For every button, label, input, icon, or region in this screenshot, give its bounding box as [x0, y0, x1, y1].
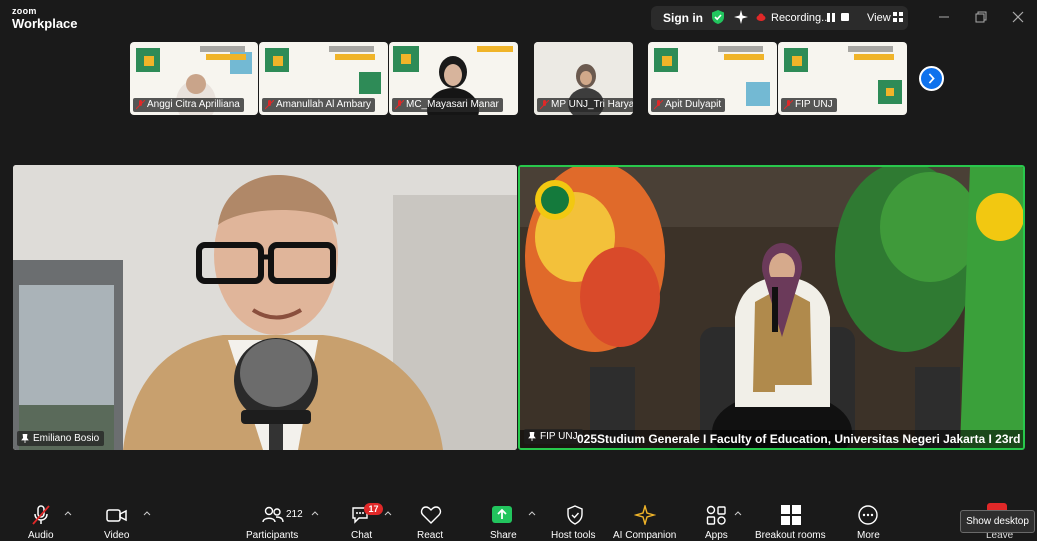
cloud-recording-icon: [756, 13, 766, 21]
restore-icon[interactable]: [974, 10, 988, 24]
ai-sparkle-icon[interactable]: [733, 9, 749, 25]
meeting-toolbar: [0, 497, 1037, 541]
video-tile-active-speaker[interactable]: FIP UNJ 025Studium Generale I Faculty of…: [518, 165, 1025, 450]
participants-options-chevron-up-icon[interactable]: [311, 510, 319, 516]
muted-mic-icon: [32, 505, 50, 525]
share-options-chevron-up-icon[interactable]: [528, 510, 536, 516]
thumbnail-name-tag: Amanullah Al Ambary: [262, 98, 376, 112]
more-dots-icon: [858, 505, 878, 525]
video-options-chevron-up-icon[interactable]: [143, 510, 151, 516]
shield-check-icon[interactable]: [710, 9, 726, 25]
thumbnail-name-tag: MC_Mayasari Manar: [392, 98, 503, 112]
next-page-chevron-icon[interactable]: [919, 66, 944, 91]
close-icon[interactable]: [1011, 10, 1025, 24]
show-desktop-tooltip: Show desktop: [960, 510, 1035, 533]
muted-mic-icon: [265, 100, 274, 110]
chat-options-chevron-up-icon[interactable]: [384, 510, 392, 516]
chat-unread-badge: 17: [364, 503, 383, 515]
thumbnail-name-tag: MP UNJ_Tri Haryani: [537, 98, 633, 112]
logo-brand-bottom: Workplace: [12, 16, 78, 31]
muted-mic-icon: [540, 100, 549, 110]
logo-brand-top: zoom: [12, 6, 37, 16]
thumbnail-name-tag: FIP UNJ: [781, 98, 837, 112]
speaker-video-feed: [13, 165, 517, 450]
stage-name-tag: FIP UNJ: [524, 429, 583, 444]
apps-grid-icon: [706, 505, 726, 525]
speaker-name-tag: Emiliano Bosio: [17, 431, 105, 446]
view-button[interactable]: View: [867, 12, 891, 24]
audio-options-chevron-up-icon[interactable]: [64, 510, 72, 516]
zoom-workplace-logo: zoom Workplace: [12, 6, 78, 31]
participant-thumbnail[interactable]: Anggi Citra Aprilliana: [130, 42, 258, 115]
grid-view-icon[interactable]: [893, 12, 903, 22]
participant-thumbnail[interactable]: MC_Mayasari Manar: [389, 42, 518, 115]
thumbnail-name-tag: Anggi Citra Aprilliana: [133, 98, 244, 112]
sign-in-button[interactable]: Sign in: [663, 11, 703, 25]
recording-status: Recording...: [771, 12, 831, 24]
muted-mic-icon: [136, 100, 145, 110]
muted-mic-icon: [784, 100, 793, 110]
stage-video-feed: [520, 167, 1023, 448]
shield-icon: [567, 505, 583, 525]
participant-thumbnail[interactable]: Amanullah Al Ambary: [259, 42, 388, 115]
pin-icon: [528, 432, 536, 441]
heart-icon: [420, 506, 442, 524]
participants-icon: [262, 506, 284, 523]
ai-sparkle-icon: [634, 505, 656, 525]
video-tile-speaker[interactable]: Emiliano Bosio: [13, 165, 517, 450]
thumbnail-name-tag: Apit Dulyapit: [651, 98, 726, 112]
video-camera-icon: [106, 509, 127, 522]
participant-thumbnail[interactable]: FIP UNJ: [778, 42, 907, 115]
participant-thumbnail[interactable]: Apit Dulyapit: [648, 42, 777, 115]
breakout-rooms-icon: [781, 505, 801, 525]
minimize-icon[interactable]: [937, 10, 951, 24]
participant-thumbnail[interactable]: MP UNJ_Tri Haryani: [534, 42, 633, 115]
event-ticker-text: 025Studium Generale I Faculty of Educati…: [577, 432, 1021, 446]
stop-recording-icon[interactable]: [841, 13, 849, 21]
participants-count: 212: [286, 509, 303, 520]
pin-icon: [21, 434, 29, 443]
pause-recording-icon[interactable]: [827, 13, 835, 22]
share-screen-icon: [492, 506, 512, 523]
apps-options-chevron-up-icon[interactable]: [734, 510, 742, 516]
muted-mic-icon: [395, 100, 404, 110]
muted-mic-icon: [654, 100, 663, 110]
